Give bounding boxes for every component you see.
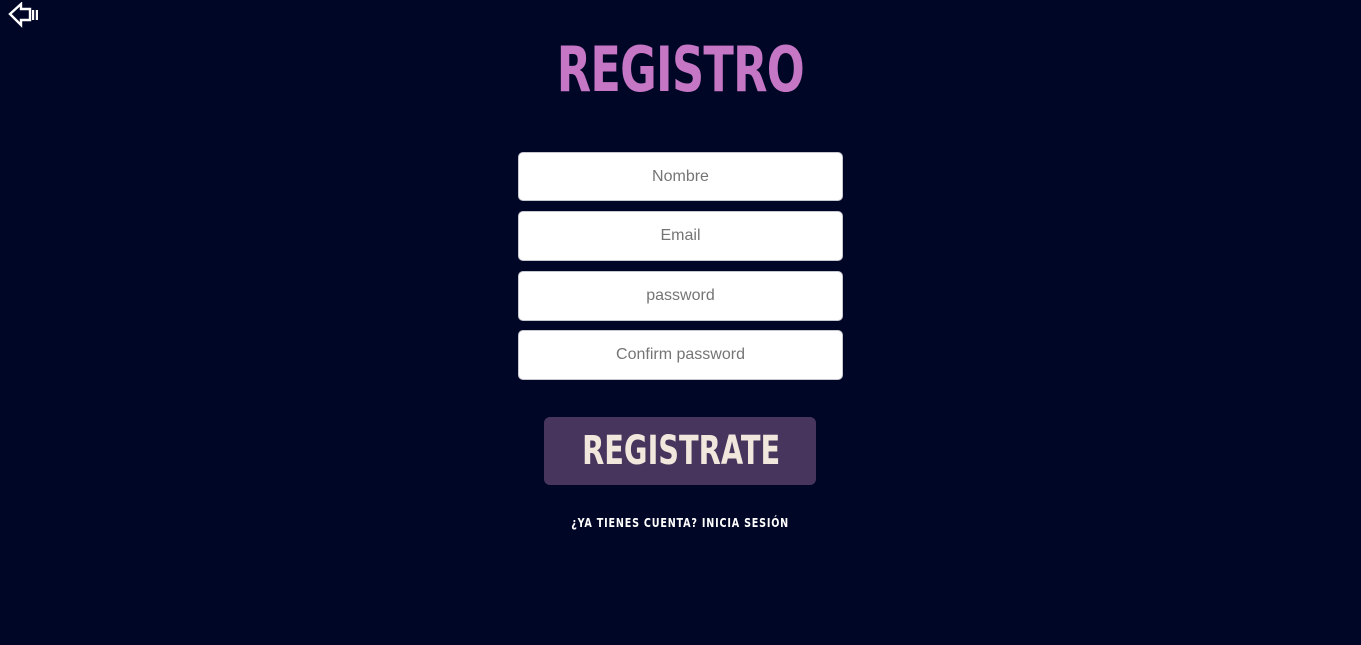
register-button[interactable]: REGISTRATE [544,417,816,485]
email-field[interactable] [518,211,843,261]
login-link[interactable]: ¿YA TIENES CUENTA? INICIA SESIÓN [0,515,1361,531]
confirm-password-field[interactable] [518,330,843,380]
login-link-label: ¿YA TIENES CUENTA? INICIA SESIÓN [571,516,790,530]
register-button-label: REGISTRATE [582,428,781,474]
back-button[interactable] [8,2,42,28]
name-field[interactable] [518,152,843,201]
back-arrow-icon [8,2,38,28]
register-form [518,152,843,390]
password-field[interactable] [518,271,843,321]
page-title: REGISTRO [556,33,805,106]
